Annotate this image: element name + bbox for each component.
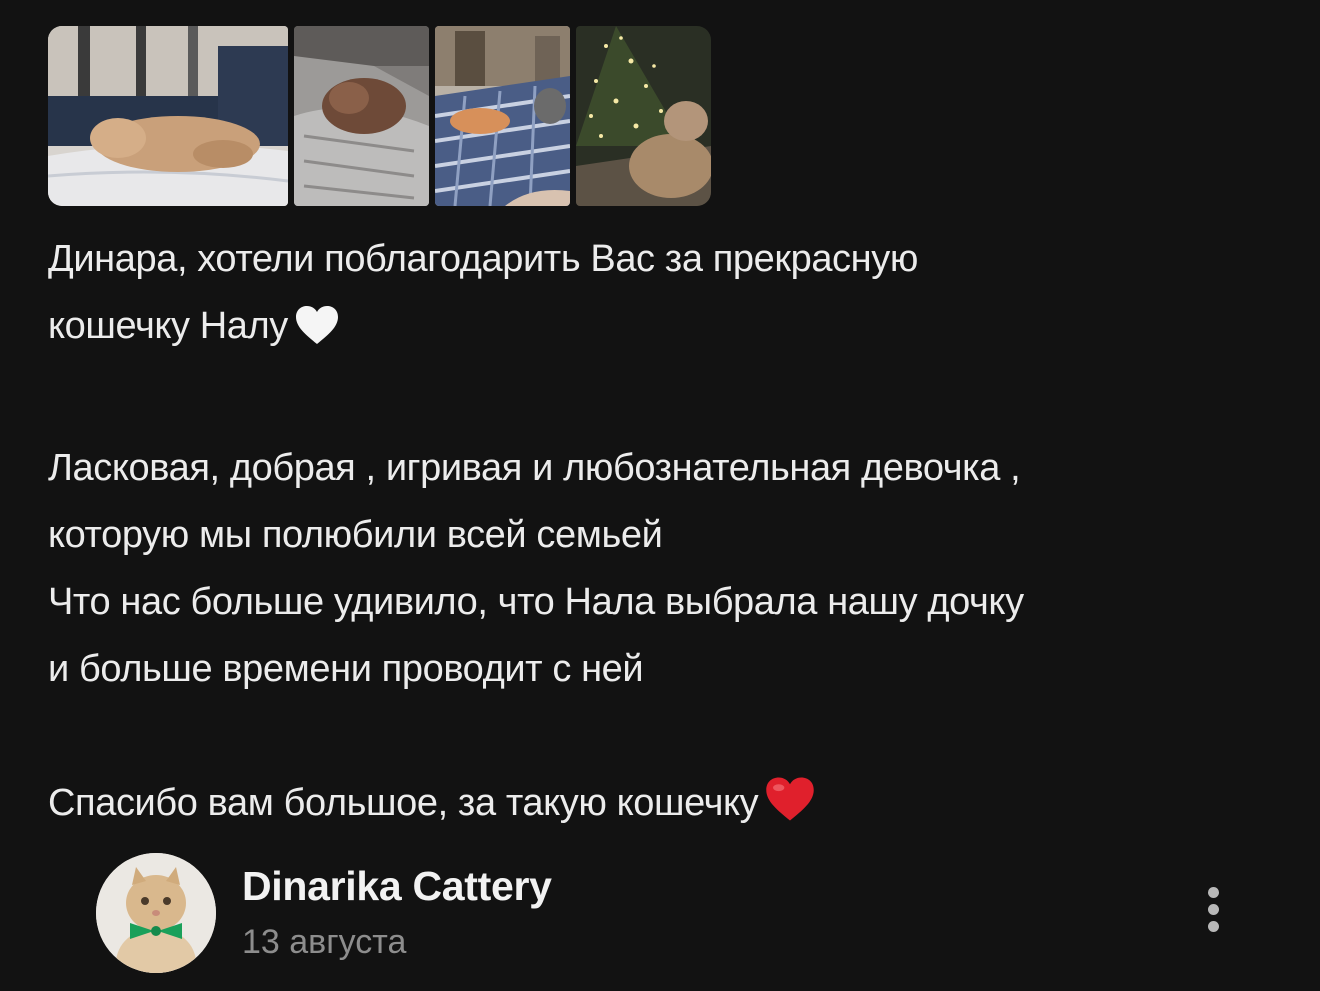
photo-gallery (48, 26, 711, 206)
review-line: кошечку Налу (48, 293, 1278, 368)
review-line-text: и больше времени проводит с ней (48, 648, 644, 690)
avatar[interactable] (96, 853, 216, 973)
review-line-text: кошечку Налу (48, 305, 288, 347)
review-line-text: Ласковая, добрая , игривая и любознатель… (48, 447, 1021, 489)
review-photo-1-image (48, 26, 288, 206)
review-photo-2[interactable] (294, 26, 429, 206)
review-line-text: Спасибо вам большое, за такую кошечку (48, 782, 759, 824)
review-photo-4[interactable] (576, 26, 711, 206)
review-photo-3-image (435, 26, 570, 206)
more-dot-icon (1208, 887, 1219, 898)
more-dot-icon (1208, 904, 1219, 915)
review-photo-2-image (294, 26, 429, 206)
review-line: и больше времени проводит с ней (48, 636, 1278, 703)
review-photo-1[interactable] (48, 26, 288, 206)
review-line: Ласковая, добрая , игривая и любознатель… (48, 435, 1278, 502)
review-body: Динара, хотели поблагодарить Вас за прек… (48, 226, 1278, 845)
cat-avatar-image (96, 853, 216, 973)
author-name[interactable]: Dinarika Cattery (242, 863, 552, 910)
review-line: Что нас больше удивило, что Нала выбрала… (48, 569, 1278, 636)
review-photo-4-image (576, 26, 711, 206)
review-author: Dinarika Cattery 13 августа (96, 853, 1246, 973)
red-heart-icon (764, 775, 816, 845)
more-dot-icon (1208, 921, 1219, 932)
review-line: которую мы полюбили всей семьей (48, 502, 1278, 569)
more-options-button[interactable] (1202, 887, 1219, 937)
review-date: 13 августа (242, 923, 407, 961)
review-line-text: Динара, хотели поблагодарить Вас за прек… (48, 238, 918, 280)
review-line: Спасибо вам большое, за такую кошечку (48, 770, 1278, 845)
white-heart-icon (294, 301, 340, 368)
review-line-text: Что нас больше удивило, что Нала выбрала… (48, 581, 1024, 623)
review-line: Динара, хотели поблагодарить Вас за прек… (48, 226, 1278, 293)
review-line-text: которую мы полюбили всей семьей (48, 514, 663, 556)
review-photo-3[interactable] (435, 26, 570, 206)
